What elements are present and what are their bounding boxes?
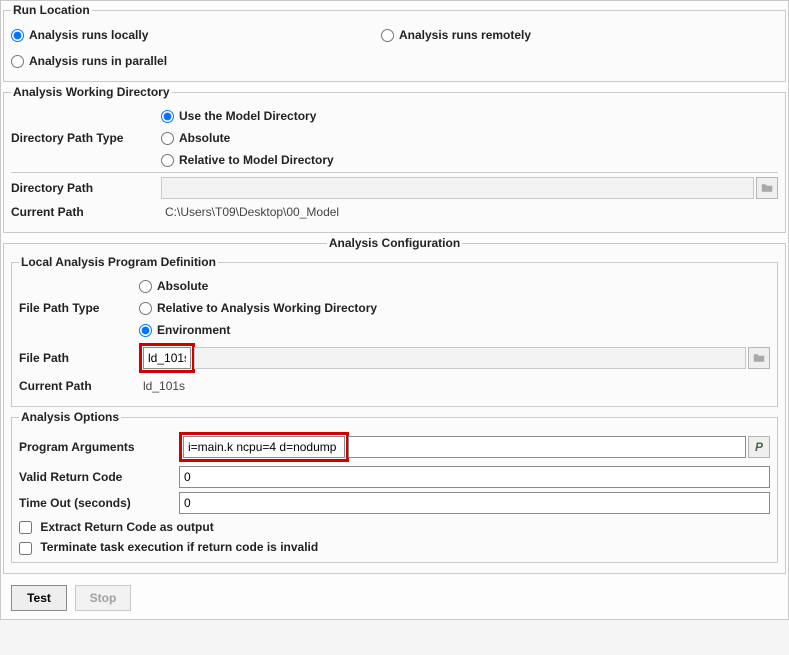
prog-current-path-value: ld_101s (139, 379, 185, 393)
analysis-config-legend: Analysis Configuration (327, 236, 462, 250)
label-runs-parallel[interactable]: Analysis runs in parallel (29, 54, 167, 68)
label-use-model-dir[interactable]: Use the Model Directory (179, 109, 316, 123)
analysis-config-group: Analysis Configuration Local Analysis Pr… (3, 236, 786, 574)
file-path-type-label: File Path Type (19, 301, 139, 315)
analysis-options-group: Analysis Options Program Arguments P Val… (11, 410, 778, 563)
checkbox-terminate[interactable] (19, 542, 32, 555)
label-runs-locally[interactable]: Analysis runs locally (29, 28, 148, 42)
current-path-value: C:\Users\T09\Desktop\00_Model (161, 205, 339, 219)
radio-relative-dir[interactable] (161, 154, 174, 167)
prog-args-help-button[interactable]: P (748, 436, 770, 458)
working-directory-legend: Analysis Working Directory (11, 85, 172, 99)
browse-dir-button[interactable] (756, 177, 778, 199)
radio-absolute-dir[interactable] (161, 132, 174, 145)
test-button[interactable]: Test (11, 585, 67, 611)
current-path-label: Current Path (11, 205, 161, 219)
browse-file-button[interactable] (748, 347, 770, 369)
prog-current-path-label: Current Path (19, 379, 139, 393)
file-path-input[interactable] (143, 347, 191, 369)
valid-rc-label: Valid Return Code (19, 470, 179, 484)
dir-path-input (161, 177, 754, 199)
highlight-file-path (139, 343, 195, 373)
label-absolute-dir[interactable]: Absolute (179, 131, 230, 145)
timeout-label: Time Out (seconds) (19, 496, 179, 510)
radio-runs-locally[interactable] (11, 29, 24, 42)
highlight-prog-args (179, 432, 349, 462)
timeout-input[interactable] (179, 492, 770, 514)
radio-fp-relative[interactable] (139, 302, 152, 315)
label-fp-relative[interactable]: Relative to Analysis Working Directory (157, 301, 377, 315)
analysis-options-legend: Analysis Options (19, 410, 121, 424)
file-path-input-ext (194, 347, 746, 369)
valid-rc-input[interactable] (179, 466, 770, 488)
label-fp-absolute[interactable]: Absolute (157, 279, 208, 293)
prog-args-input[interactable] (348, 436, 746, 458)
checkbox-extract-rc[interactable] (19, 521, 32, 534)
radio-fp-environment[interactable] (139, 324, 152, 337)
dir-path-type-label: Directory Path Type (11, 131, 161, 145)
label-relative-dir[interactable]: Relative to Model Directory (179, 153, 334, 167)
label-runs-remotely[interactable]: Analysis runs remotely (399, 28, 531, 42)
help-icon: P (755, 440, 763, 454)
prog-args-label: Program Arguments (19, 440, 179, 454)
label-fp-environment[interactable]: Environment (157, 323, 230, 337)
label-terminate[interactable]: Terminate task execution if return code … (40, 540, 318, 554)
button-bar: Test Stop (3, 577, 786, 619)
program-def-group: Local Analysis Program Definition Absolu… (11, 255, 778, 407)
radio-runs-remotely[interactable] (381, 29, 394, 42)
run-location-group: Run Location Analysis runs locally Analy… (3, 3, 786, 82)
program-def-legend: Local Analysis Program Definition (19, 255, 218, 269)
prog-args-input-highlight[interactable] (183, 436, 345, 458)
radio-use-model-dir[interactable] (161, 110, 174, 123)
radio-runs-parallel[interactable] (11, 55, 24, 68)
file-path-label: File Path (19, 351, 139, 365)
folder-icon (753, 352, 765, 364)
stop-button: Stop (75, 585, 131, 611)
folder-icon (761, 182, 773, 194)
working-directory-group: Analysis Working Directory Directory Pat… (3, 85, 786, 233)
radio-fp-absolute[interactable] (139, 280, 152, 293)
run-location-legend: Run Location (11, 3, 92, 17)
dir-path-label: Directory Path (11, 181, 161, 195)
label-extract-rc[interactable]: Extract Return Code as output (40, 520, 213, 534)
